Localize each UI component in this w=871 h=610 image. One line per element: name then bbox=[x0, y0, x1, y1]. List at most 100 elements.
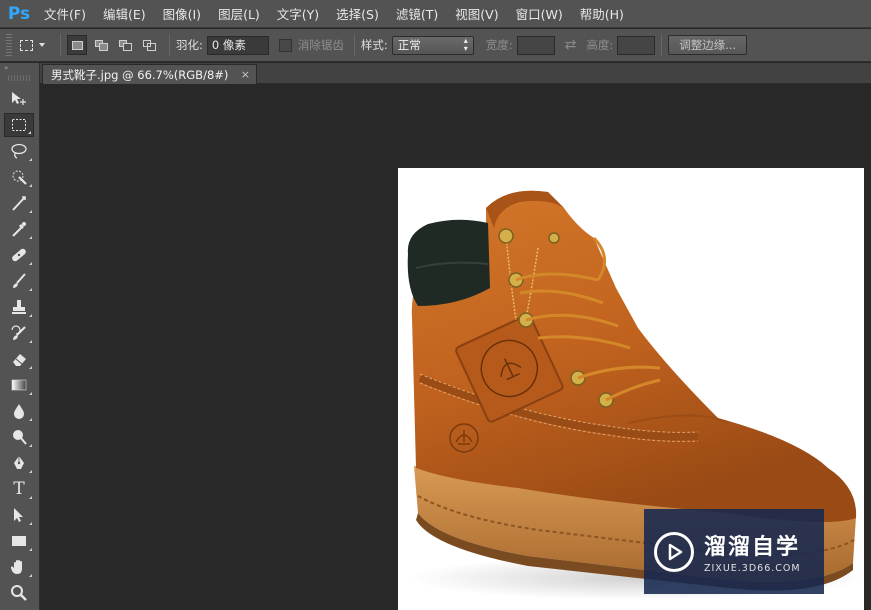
rectangular-marquee-tool[interactable] bbox=[4, 113, 34, 137]
document-tab[interactable]: 男式靴子.jpg @ 66.7%(RGB/8#) × bbox=[42, 64, 257, 84]
close-tab-icon[interactable]: × bbox=[241, 68, 250, 81]
height-label: 高度: bbox=[586, 38, 614, 52]
path-selection-tool[interactable] bbox=[4, 503, 34, 527]
lasso-icon bbox=[11, 143, 27, 159]
divider bbox=[169, 34, 170, 56]
stamp-icon bbox=[12, 300, 26, 314]
path-selection-icon bbox=[14, 508, 23, 522]
hand-tool[interactable] bbox=[4, 555, 34, 579]
tool-flyout-indicator bbox=[29, 366, 32, 369]
quick-selection-tool[interactable] bbox=[4, 165, 34, 189]
zoom-tool[interactable] bbox=[4, 581, 34, 605]
tool-flyout-indicator bbox=[29, 158, 32, 161]
lasso-tool[interactable] bbox=[4, 139, 34, 163]
document-tab-title: 男式靴子.jpg @ 66.7%(RGB/8#) bbox=[51, 67, 229, 82]
dodge-tool[interactable] bbox=[4, 425, 34, 449]
chevron-down-icon bbox=[39, 43, 45, 47]
menu-view[interactable]: 视图(V) bbox=[455, 4, 498, 23]
tools-panel-grip[interactable] bbox=[8, 75, 31, 81]
new-selection-button[interactable] bbox=[67, 35, 87, 55]
type-icon: T bbox=[13, 479, 25, 499]
clone-stamp-tool[interactable] bbox=[4, 295, 34, 319]
brush-tool[interactable] bbox=[4, 269, 34, 293]
new-selection-icon bbox=[71, 40, 84, 51]
tool-flyout-indicator bbox=[29, 236, 32, 239]
width-input[interactable] bbox=[516, 35, 555, 55]
photoshop-logo: Ps bbox=[7, 3, 31, 24]
collapse-panel-icon[interactable]: » bbox=[0, 63, 39, 73]
divider bbox=[661, 34, 663, 56]
dodge-icon bbox=[13, 430, 27, 445]
document-tab-bar: 男式靴子.jpg @ 66.7%(RGB/8#) × bbox=[40, 63, 871, 84]
menu-select[interactable]: 选择(S) bbox=[336, 4, 379, 23]
subtract-from-selection-button[interactable] bbox=[115, 35, 135, 55]
rectangle-shape-icon bbox=[12, 536, 26, 546]
tool-preset-picker[interactable] bbox=[20, 34, 54, 56]
add-selection-icon bbox=[94, 39, 108, 51]
marquee-icon bbox=[12, 119, 26, 131]
eraser-tool[interactable] bbox=[4, 347, 34, 371]
style-select[interactable]: 正常 ▴ ▾ bbox=[391, 35, 474, 55]
feather-label: 羽化: bbox=[176, 38, 203, 52]
spot-healing-brush-tool[interactable] bbox=[4, 243, 34, 267]
menu-filter[interactable]: 滤镜(T) bbox=[396, 4, 438, 23]
menu-file[interactable]: 文件(F) bbox=[44, 4, 86, 23]
move-icon bbox=[12, 92, 26, 105]
menu-image[interactable]: 图像(I) bbox=[163, 4, 201, 23]
tool-flyout-indicator bbox=[29, 340, 32, 343]
antialias-checkbox[interactable] bbox=[278, 38, 292, 52]
watermark-url: ZIXUE.3D66.COM bbox=[704, 563, 801, 574]
menu-type[interactable]: 文字(Y) bbox=[277, 4, 319, 23]
pen-tool[interactable] bbox=[4, 451, 34, 475]
intersect-selection-button[interactable] bbox=[139, 35, 159, 55]
tool-flyout-indicator bbox=[29, 470, 32, 473]
history-brush-icon bbox=[11, 325, 26, 340]
crop-tool[interactable] bbox=[4, 191, 34, 215]
tool-flyout-indicator bbox=[29, 496, 32, 499]
canvas-workspace[interactable]: 溜溜自学 ZIXUE.3D66.COM bbox=[41, 84, 871, 610]
subtract-selection-icon bbox=[118, 39, 132, 51]
tool-flyout-indicator bbox=[29, 444, 32, 447]
tool-flyout-indicator bbox=[29, 288, 32, 291]
divider bbox=[60, 34, 61, 56]
antialias-label: 消除锯齿 bbox=[297, 38, 344, 52]
crop-icon bbox=[12, 196, 26, 211]
style-label: 样式: bbox=[360, 38, 388, 52]
rectangle-tool[interactable] bbox=[4, 529, 34, 553]
refine-edge-button[interactable]: 调整边缘... bbox=[668, 35, 748, 55]
type-tool[interactable]: T bbox=[4, 477, 34, 501]
options-bar-grip[interactable] bbox=[6, 34, 12, 56]
feather-input[interactable]: 0 像素 bbox=[206, 35, 269, 55]
menu-layer[interactable]: 图层(L) bbox=[218, 4, 260, 23]
blur-tool[interactable] bbox=[4, 399, 34, 423]
width-label: 宽度: bbox=[485, 38, 513, 52]
history-brush-tool[interactable] bbox=[4, 321, 34, 345]
tool-flyout-indicator bbox=[29, 548, 32, 551]
height-input[interactable] bbox=[617, 35, 656, 55]
menu-bar: Ps 文件(F) 编辑(E) 图像(I) 图层(L) 文字(Y) 选择(S) 滤… bbox=[0, 0, 871, 28]
menu-help[interactable]: 帮助(H) bbox=[580, 4, 624, 23]
divider bbox=[353, 34, 355, 56]
zoom-icon bbox=[11, 585, 27, 601]
eyedropper-tool[interactable] bbox=[4, 217, 34, 241]
blur-drop-icon bbox=[14, 404, 24, 419]
gradient-icon bbox=[11, 379, 27, 391]
style-select-value: 正常 bbox=[397, 38, 421, 52]
gradient-tool[interactable] bbox=[4, 373, 34, 397]
updown-arrows-icon: ▴ ▾ bbox=[463, 36, 468, 53]
tool-flyout-indicator bbox=[29, 314, 32, 317]
menu-window[interactable]: 窗口(W) bbox=[516, 4, 563, 23]
move-tool[interactable] bbox=[4, 87, 34, 111]
tool-flyout-indicator bbox=[28, 131, 31, 134]
marquee-icon bbox=[20, 39, 33, 51]
eyedropper-icon bbox=[12, 222, 26, 237]
options-bar: 羽化: 0 像素 消除锯齿 样式: 正常 ▴ ▾ 宽度: ⇄ 高度: 调整边缘..… bbox=[0, 29, 871, 62]
swap-width-height-icon[interactable]: ⇄ bbox=[565, 37, 577, 53]
intersect-selection-icon bbox=[142, 39, 156, 51]
tool-flyout-indicator bbox=[29, 392, 32, 395]
tool-flyout-indicator bbox=[29, 418, 32, 421]
eraser-icon bbox=[13, 354, 26, 366]
play-logo-icon bbox=[654, 531, 694, 572]
add-to-selection-button[interactable] bbox=[91, 35, 111, 55]
menu-edit[interactable]: 编辑(E) bbox=[103, 4, 146, 23]
